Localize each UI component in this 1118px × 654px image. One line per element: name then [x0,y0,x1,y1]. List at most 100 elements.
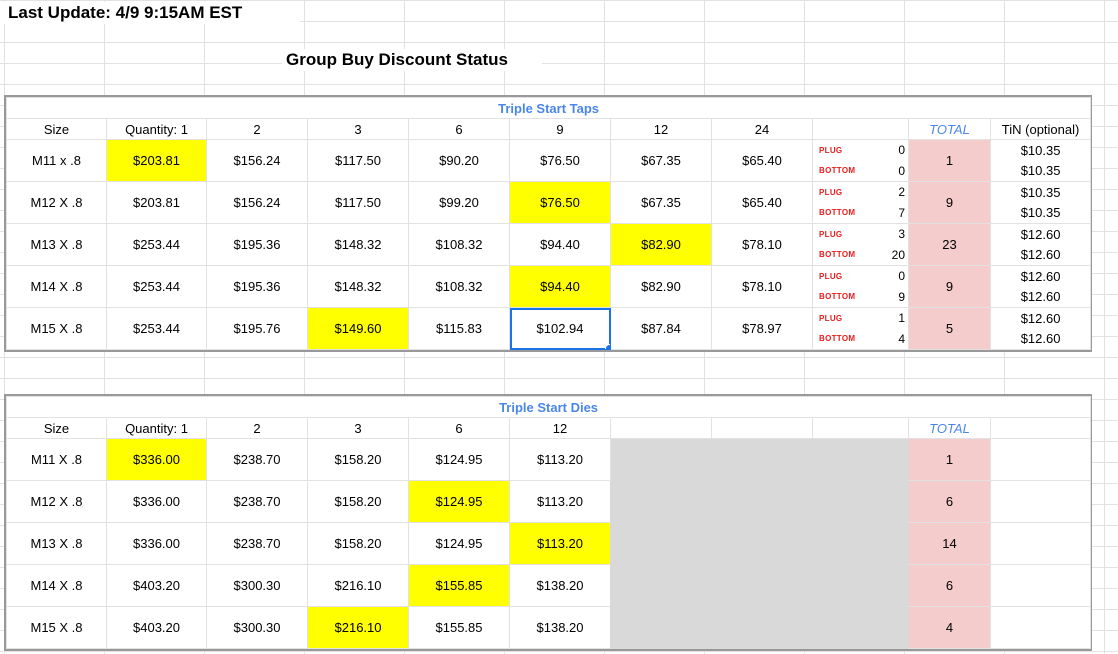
taps-total-header[interactable]: TOTAL [908,118,991,140]
taps-size-cell[interactable]: M15 X .8 [6,307,107,350]
taps-price-cell[interactable]: $253.44 [106,223,207,266]
taps-price-cell[interactable]: $94.40 [509,265,611,308]
dies-price-cell[interactable]: $113.20 [509,480,611,523]
dies-price-cell[interactable]: $216.10 [307,606,409,649]
dies-header-cell[interactable]: 6 [408,417,510,439]
taps-header-cell[interactable]: 6 [408,118,510,140]
taps-price-cell[interactable]: $90.20 [408,139,510,182]
taps-plug-bottom-cell[interactable]: PLUG 0 BOTTOM 9 [812,265,909,308]
taps-plug-bottom-cell[interactable]: PLUG 3 BOTTOM 20 [812,223,909,266]
dies-price-cell[interactable]: $300.30 [206,564,308,607]
dies-price-cell[interactable]: $158.20 [307,480,409,523]
taps-total-cell[interactable]: 1 [908,139,991,182]
dies-header-cell[interactable]: Quantity: 1 [106,417,207,439]
taps-price-cell[interactable]: $253.44 [106,307,207,350]
dies-price-cell[interactable]: $138.20 [509,606,611,649]
taps-price-cell[interactable]: $148.32 [307,223,409,266]
taps-header-cell[interactable]: 9 [509,118,611,140]
dies-empty-header[interactable] [711,417,813,439]
taps-price-cell[interactable]: $195.36 [206,265,308,308]
dies-empty-header[interactable] [812,417,909,439]
dies-price-cell[interactable]: $238.70 [206,522,308,565]
taps-price-cell[interactable]: $117.50 [307,139,409,182]
taps-header-cell[interactable]: 24 [711,118,813,140]
fill-handle[interactable] [605,344,610,349]
taps-price-cell[interactable]: $78.10 [711,265,813,308]
dies-total-cell[interactable]: 6 [908,564,991,607]
dies-price-cell[interactable]: $158.20 [307,522,409,565]
dies-price-cell[interactable]: $124.95 [408,438,510,481]
taps-tin-cell[interactable]: $10.35 $10.35 [989,181,1092,224]
taps-tin-cell[interactable]: $10.35 $10.35 [989,139,1092,182]
dies-price-cell[interactable]: $238.70 [206,438,308,481]
dies-price-cell[interactable]: $138.20 [509,564,611,607]
dies-header-cell[interactable]: Size [6,417,107,439]
dies-price-cell[interactable]: $124.95 [408,522,510,565]
taps-price-cell[interactable]: $203.81 [106,181,207,224]
taps-price-cell[interactable]: $76.50 [509,139,611,182]
dies-price-cell[interactable]: $113.20 [509,522,611,565]
dies-total-cell[interactable]: 4 [908,606,991,649]
taps-header-cell[interactable]: Quantity: 1 [106,118,207,140]
taps-header-cell[interactable]: 12 [610,118,712,140]
dies-size-cell[interactable]: M12 X .8 [6,480,107,523]
dies-total-cell[interactable]: 14 [908,522,991,565]
dies-price-cell[interactable]: $336.00 [106,438,207,481]
dies-header-cell[interactable]: 3 [307,417,409,439]
taps-price-cell[interactable]: $87.84 [610,307,712,350]
taps-price-cell[interactable]: $253.44 [106,265,207,308]
taps-header-cell[interactable]: Size [6,118,107,140]
taps-price-cell[interactable]: $203.81 [106,139,207,182]
dies-price-cell[interactable]: $216.10 [307,564,409,607]
taps-tin-cell[interactable]: $12.60 $12.60 [989,223,1092,266]
taps-price-cell[interactable]: $156.24 [206,139,308,182]
taps-price-cell[interactable]: $65.40 [711,139,813,182]
taps-header-cell[interactable]: 3 [307,118,409,140]
taps-size-cell[interactable]: M13 X .8 [6,223,107,266]
dies-price-cell[interactable]: $336.00 [106,522,207,565]
taps-size-cell[interactable]: M11 x .8 [6,139,107,182]
dies-size-cell[interactable]: M11 X .8 [6,438,107,481]
taps-total-cell[interactable]: 9 [908,181,991,224]
taps-price-cell[interactable]: $65.40 [711,181,813,224]
taps-tin-header[interactable]: TiN (optional) [989,118,1092,140]
dies-size-cell[interactable]: M15 X .8 [6,606,107,649]
taps-price-cell[interactable]: $149.60 [307,307,409,350]
taps-tin-cell[interactable]: $12.60 $12.60 [989,265,1092,308]
taps-plug-bottom-header[interactable] [812,118,909,140]
taps-plug-bottom-cell[interactable]: PLUG 1 BOTTOM 4 [812,307,909,350]
taps-price-cell[interactable]: $67.35 [610,139,712,182]
taps-plug-bottom-cell[interactable]: PLUG 0 BOTTOM 0 [812,139,909,182]
taps-price-cell[interactable]: $82.90 [610,265,712,308]
dies-price-cell[interactable]: $300.30 [206,606,308,649]
dies-empty-cell[interactable] [989,606,1092,649]
taps-price-cell[interactable]: $94.40 [509,223,611,266]
taps-price-cell[interactable]: $156.24 [206,181,308,224]
dies-price-cell[interactable]: $403.20 [106,564,207,607]
dies-total-header[interactable]: TOTAL [908,417,991,439]
dies-empty-header[interactable] [989,417,1092,439]
dies-total-cell[interactable]: 6 [908,480,991,523]
taps-price-cell[interactable]: $76.50 [509,181,611,224]
dies-size-cell[interactable]: M14 X .8 [6,564,107,607]
taps-price-cell[interactable]: $67.35 [610,181,712,224]
dies-price-cell[interactable]: $158.20 [307,438,409,481]
dies-empty-cell[interactable] [989,564,1092,607]
taps-price-cell[interactable]: $78.97 [711,307,813,350]
taps-price-cell[interactable]: $82.90 [610,223,712,266]
taps-total-cell[interactable]: 9 [908,265,991,308]
taps-price-cell[interactable]: $108.32 [408,265,510,308]
taps-price-cell[interactable]: $78.10 [711,223,813,266]
dies-total-cell[interactable]: 1 [908,438,991,481]
taps-price-cell[interactable]: $99.20 [408,181,510,224]
dies-header-cell[interactable]: 2 [206,417,308,439]
taps-price-cell[interactable]: $115.83 [408,307,510,350]
dies-empty-cell[interactable] [989,522,1092,565]
taps-size-cell[interactable]: M12 X .8 [6,181,107,224]
taps-price-cell[interactable]: $148.32 [307,265,409,308]
taps-header-cell[interactable]: 2 [206,118,308,140]
taps-total-cell[interactable]: 5 [908,307,991,350]
taps-price-cell[interactable]: $117.50 [307,181,409,224]
taps-price-cell[interactable]: $195.76 [206,307,308,350]
taps-total-cell[interactable]: 23 [908,223,991,266]
